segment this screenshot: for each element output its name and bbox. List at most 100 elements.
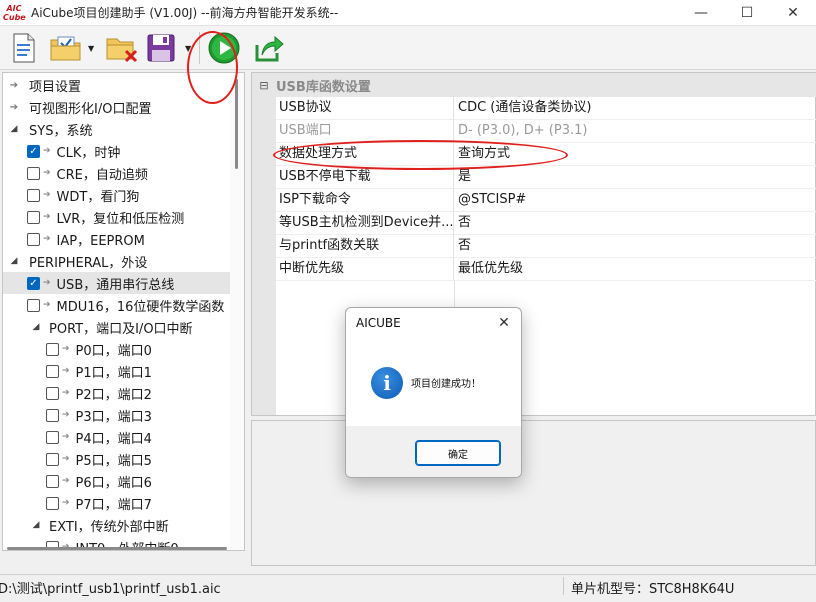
tree-item[interactable]: ➔ P3口，端口3 xyxy=(3,404,231,426)
tree-item[interactable]: ➔ MDU16，16位硬件数学函数 xyxy=(3,294,231,316)
checkbox[interactable] xyxy=(46,474,59,488)
tree-item-label: 项目设置 xyxy=(29,79,82,95)
property-row[interactable]: 等USB主机检测到Device并... 否 xyxy=(252,212,816,235)
property-name: USB协议 xyxy=(276,97,454,120)
export-button[interactable] xyxy=(253,32,285,64)
tree-item[interactable]: ◢ EXTI，传统外部中断 xyxy=(3,514,231,536)
expand-toggle-icon[interactable]: ◢ xyxy=(9,124,19,134)
run-button[interactable] xyxy=(207,31,241,65)
checkbox[interactable] xyxy=(27,188,40,202)
arrow-right-icon: ➔ xyxy=(62,498,70,508)
tree-item[interactable]: ➔ P1口，端口1 xyxy=(3,360,231,382)
property-row[interactable]: USB协议 CDC (通信设备类协议) xyxy=(252,97,816,120)
tree-item-label: CRE，自动追频 xyxy=(56,167,148,183)
tree-vertical-scrollbar[interactable] xyxy=(230,73,244,550)
property-row[interactable]: USB不停电下载是 xyxy=(252,166,816,189)
tree-item[interactable]: ✓ ➔ USB，通用串行总线 xyxy=(3,272,231,294)
tree-scroll-thumb[interactable] xyxy=(235,79,238,169)
tree-item[interactable]: ◢ PERIPHERAL，外设 xyxy=(3,250,231,272)
tree-item[interactable]: ➔ LVR，复位和低压检测 xyxy=(3,206,231,228)
project-path: D:\测试\printf_usb1\printf_usb1.aic xyxy=(0,582,221,597)
tree-item[interactable]: ◢ SYS，系统 xyxy=(3,118,231,140)
open-dropdown-icon[interactable]: ▼ xyxy=(88,44,96,53)
tree-horizontal-scrollbar[interactable] xyxy=(3,546,231,550)
checkbox[interactable]: ✓ xyxy=(27,276,40,290)
tree-item[interactable]: ➔ P0口，端口0 xyxy=(3,338,231,360)
checkbox[interactable] xyxy=(27,298,40,312)
tree-item-label: P0口，端口0 xyxy=(75,343,152,359)
checkbox[interactable] xyxy=(46,452,59,466)
property-gutter xyxy=(252,97,276,120)
property-name: 中断优先级 xyxy=(276,258,454,281)
property-row[interactable]: 数据处理方式 查询方式 xyxy=(252,143,816,166)
checkbox[interactable] xyxy=(46,364,59,378)
property-row[interactable]: 与printf函数关联否 xyxy=(252,235,816,258)
checkbox[interactable]: ✓ xyxy=(27,144,40,158)
checkbox[interactable] xyxy=(46,386,59,400)
open-settings-button[interactable] xyxy=(48,32,84,64)
property-name: USB端口 xyxy=(276,120,454,143)
status-bar: D:\测试\printf_usb1\printf_usb1.aic 单片机型号：… xyxy=(0,574,816,597)
expand-toggle-icon[interactable]: ◢ xyxy=(31,520,41,530)
maximize-button[interactable]: ☐ xyxy=(724,0,770,26)
property-section-header[interactable]: ⊟ USB库函数设置 xyxy=(252,73,816,97)
checkbox[interactable] xyxy=(27,210,40,224)
delete-project-button[interactable] xyxy=(104,32,140,64)
tree-hscroll-thumb[interactable] xyxy=(7,547,227,550)
arrow-right-icon: ➔ xyxy=(62,344,70,354)
tree-item[interactable]: ◢ PORT，端口及I/O口中断 xyxy=(3,316,231,338)
play-icon xyxy=(208,32,240,64)
property-value[interactable]: 否 xyxy=(454,235,816,258)
status-separator xyxy=(563,577,564,595)
property-value[interactable]: 最低优先级 xyxy=(454,258,816,281)
tree-item[interactable]: ➔ P5口，端口5 xyxy=(3,448,231,470)
property-gutter xyxy=(252,166,276,189)
checkbox[interactable] xyxy=(46,496,59,510)
tree-item[interactable]: ✓ ➔ CLK，时钟 xyxy=(3,140,231,162)
property-value[interactable]: 否 xyxy=(454,212,816,235)
save-project-button[interactable] xyxy=(145,32,177,64)
ok-button[interactable]: 确定 xyxy=(415,440,501,466)
title-bar: AIC Cube AiCube项目创建助手 (V1.00J) --前海方舟智能开… xyxy=(0,0,816,26)
save-dropdown-icon[interactable]: ▼ xyxy=(185,44,193,53)
close-button[interactable]: ✕ xyxy=(770,0,816,26)
arrow-right-icon: ➔ xyxy=(43,234,51,244)
message-dialog: AICUBE ✕ i 项目创建成功！ 确定 xyxy=(345,307,522,478)
new-project-button[interactable] xyxy=(8,32,40,64)
tree-item-label: P1口，端口1 xyxy=(75,365,152,381)
checkbox[interactable] xyxy=(46,430,59,444)
tree-item-label: P4口，端口4 xyxy=(75,431,152,447)
property-row[interactable]: ISP下载命令 @STCISP# xyxy=(252,189,816,212)
checkbox[interactable] xyxy=(27,232,40,246)
property-name: ISP下载命令 xyxy=(276,189,454,212)
property-gutter xyxy=(252,281,276,415)
expand-toggle-icon[interactable]: ◢ xyxy=(31,322,41,332)
tree-item[interactable]: ➔ P2口，端口2 xyxy=(3,382,231,404)
dialog-message: 项目创建成功！ xyxy=(411,379,481,390)
property-value[interactable]: @STCISP# xyxy=(454,189,816,212)
expand-toggle-icon[interactable]: ◢ xyxy=(9,256,19,266)
app-logo-icon: AIC Cube xyxy=(3,3,26,22)
property-value[interactable]: 是 xyxy=(454,166,816,189)
checkbox[interactable] xyxy=(46,408,59,422)
property-value[interactable]: 查询方式 xyxy=(454,143,816,166)
property-row[interactable]: 中断优先级 最低优先级 xyxy=(252,258,816,281)
dialog-close-button[interactable]: ✕ xyxy=(493,312,515,334)
property-value[interactable]: D- (P3.0), D+ (P3.1) xyxy=(454,120,816,143)
collapse-icon[interactable]: ⊟ xyxy=(252,79,276,92)
tree-item[interactable]: ➔ IAP，EEPROM xyxy=(3,228,231,250)
chip-model: 单片机型号：STC8H8K64U xyxy=(571,582,735,597)
tree-item[interactable]: ➔ P6口，端口6 xyxy=(3,470,231,492)
tree-item[interactable]: ➔ 可视图形化I/O口配置 xyxy=(3,96,231,118)
property-row[interactable]: USB端口 D- (P3.0), D+ (P3.1) xyxy=(252,120,816,143)
tree-item[interactable]: ➔ P4口，端口4 xyxy=(3,426,231,448)
checkbox[interactable] xyxy=(46,342,59,356)
checkbox[interactable] xyxy=(27,166,40,180)
tree-item[interactable]: ➔ CRE，自动追频 xyxy=(3,162,231,184)
dialog-title: AICUBE xyxy=(356,316,401,330)
tree-item[interactable]: ➔ WDT，看门狗 xyxy=(3,184,231,206)
tree-item[interactable]: ➔ 项目设置 xyxy=(3,74,231,96)
minimize-button[interactable]: — xyxy=(678,0,724,26)
tree-item[interactable]: ➔ P7口，端口7 xyxy=(3,492,231,514)
property-value[interactable]: CDC (通信设备类协议) xyxy=(454,97,816,120)
